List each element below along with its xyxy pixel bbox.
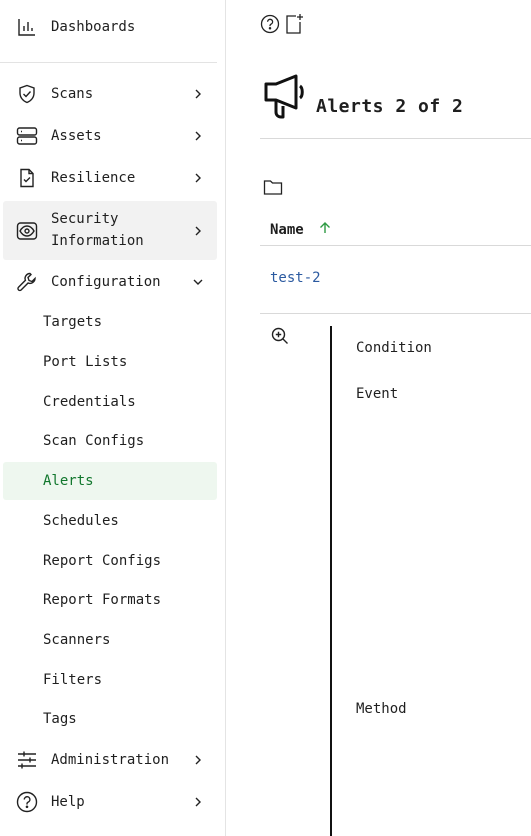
shield-check-icon <box>16 83 38 105</box>
condition-label: Condition <box>356 340 432 356</box>
sidebar-item-label: Scans <box>51 86 94 102</box>
megaphone-icon <box>262 74 308 124</box>
sidebar-item-dashboards[interactable]: Dashboards <box>3 16 217 38</box>
chevron-right-icon <box>193 89 203 99</box>
sidebar-item-label: Security <box>51 211 119 227</box>
sidebar-subitem-label: Scan Configs <box>43 433 145 449</box>
sidebar-item-label: Help <box>51 794 85 810</box>
help-circle-icon <box>16 791 38 813</box>
new-alert-icon[interactable] <box>284 13 304 34</box>
chevron-right-icon <box>193 226 203 236</box>
alert-name-link[interactable]: test-2 <box>270 270 321 286</box>
sidebar-item-assets[interactable]: Assets <box>3 125 217 147</box>
sidebar-item-help[interactable]: Help <box>3 791 217 813</box>
sliders-icon <box>16 749 38 771</box>
sidebar-subitem-label: Filters <box>43 672 103 688</box>
column-header-label: Name <box>270 222 304 238</box>
page-title: Alerts 2 of 2 <box>316 96 464 117</box>
title-divider <box>260 138 531 139</box>
file-check-icon <box>16 167 38 189</box>
sidebar-subitem-label: Targets <box>43 314 103 330</box>
sidebar-subitem-label: Scanners <box>43 632 111 648</box>
sidebar-item-label: Dashboards <box>51 19 136 35</box>
sidebar-item-configuration[interactable]: Configuration <box>3 271 217 293</box>
sidebar-item-scans[interactable]: Scans <box>3 83 217 105</box>
sidebar-divider <box>0 62 217 63</box>
details-separator <box>330 326 332 836</box>
sidebar-subitem-alerts[interactable]: Alerts <box>3 462 217 500</box>
sidebar-subitem-scanners[interactable]: Scanners <box>3 621 217 659</box>
sidebar-subitem-label: Tags <box>43 711 77 727</box>
sidebar-item-administration[interactable]: Administration <box>3 749 217 771</box>
method-label: Method <box>356 701 407 717</box>
sidebar-subitem-label: Port Lists <box>43 354 128 370</box>
sidebar-item-security-information[interactable]: Security Information <box>3 201 217 260</box>
folder-icon[interactable] <box>263 178 283 200</box>
sidebar-subitem-tags[interactable]: Tags <box>3 700 217 738</box>
bar-chart-icon <box>16 16 38 38</box>
sidebar-item-label: Information <box>51 233 144 249</box>
chevron-right-icon <box>193 755 203 765</box>
chevron-right-icon <box>193 797 203 807</box>
sort-ascending-icon <box>318 221 332 239</box>
sidebar-subitem-label: Report Configs <box>43 553 162 569</box>
sidebar-subitem-report-configs[interactable]: Report Configs <box>3 542 217 580</box>
main-content: Alerts 2 of 2 Name test-2 Condition Even… <box>226 0 531 836</box>
help-icon[interactable] <box>260 14 280 34</box>
sidebar-subitem-port-lists[interactable]: Port Lists <box>3 343 217 381</box>
sidebar-subitem-scan-configs[interactable]: Scan Configs <box>3 422 217 460</box>
sidebar-item-label: Configuration <box>51 274 161 290</box>
eye-icon <box>16 220 38 242</box>
zoom-in-icon[interactable] <box>271 327 289 349</box>
sidebar-item-label: Administration <box>51 752 170 768</box>
sidebar-subitem-label: Report Formats <box>43 592 162 608</box>
sidebar-subitem-label: Alerts <box>43 473 94 489</box>
sidebar-item-label: Resilience <box>51 170 136 186</box>
event-label: Event <box>356 386 399 402</box>
sidebar-subitem-label: Schedules <box>43 513 119 529</box>
sidebar-subitem-report-formats[interactable]: Report Formats <box>3 581 217 619</box>
chevron-right-icon <box>193 173 203 183</box>
column-header-name[interactable]: Name <box>270 221 332 239</box>
sidebar-subitem-label: Credentials <box>43 394 136 410</box>
chevron-down-icon <box>193 277 203 287</box>
sidebar-subitem-filters[interactable]: Filters <box>3 661 217 699</box>
table-row-divider <box>260 313 531 314</box>
server-icon <box>16 125 38 147</box>
sidebar-subitem-credentials[interactable]: Credentials <box>3 383 217 421</box>
sidebar-item-resilience[interactable]: Resilience <box>3 167 217 189</box>
sidebar: Dashboards Scans Assets Resilience Secur… <box>0 0 226 836</box>
sidebar-item-label: Assets <box>51 128 102 144</box>
sidebar-subitem-targets[interactable]: Targets <box>3 303 217 341</box>
wrench-icon <box>16 271 38 293</box>
table-header-divider <box>260 245 531 246</box>
sidebar-subitem-schedules[interactable]: Schedules <box>3 502 217 540</box>
chevron-right-icon <box>193 131 203 141</box>
